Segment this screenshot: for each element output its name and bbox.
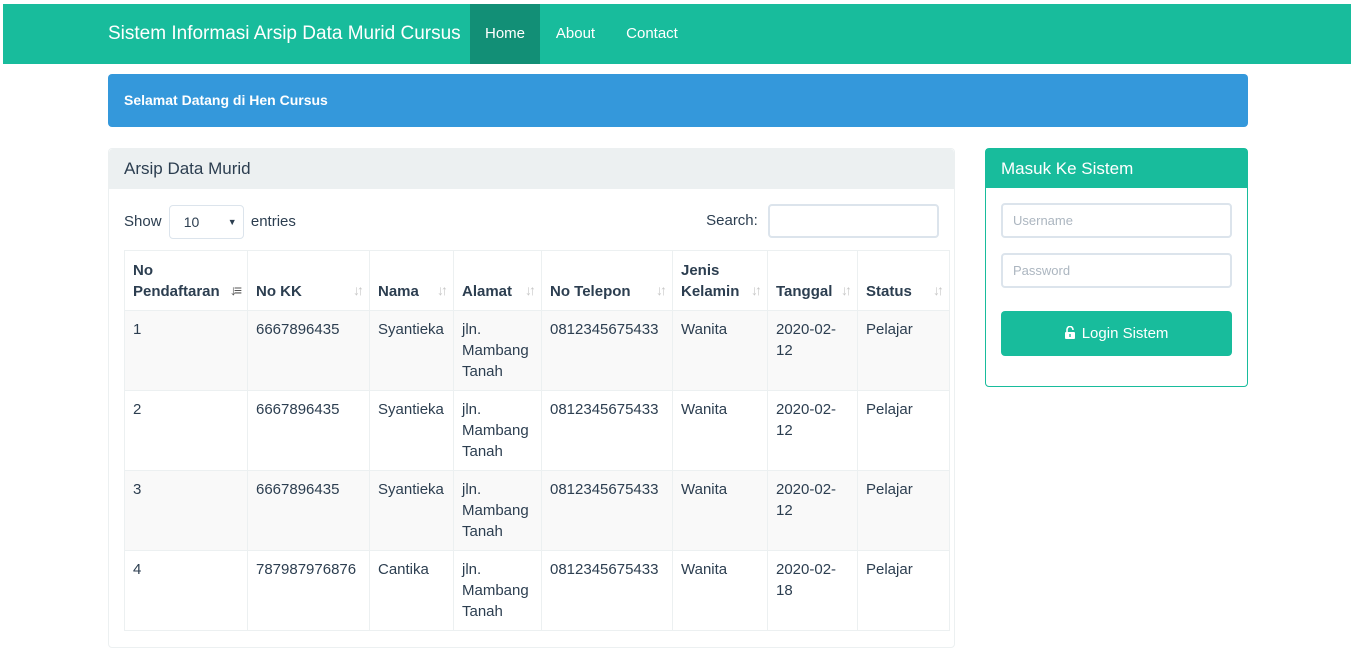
sort-both-icon: ↓↑ bbox=[841, 282, 852, 298]
column-label: No Pendaftaran bbox=[133, 262, 220, 300]
column-label: No Telepon bbox=[550, 283, 631, 300]
sort-both-icon: ↓↑ bbox=[656, 282, 667, 298]
welcome-alert: Selamat Datang di Hen Cursus bbox=[108, 74, 1248, 127]
table-row: 1 6667896435 Syantieka jln. Mambang Tana… bbox=[124, 310, 950, 391]
username-input[interactable]: Username bbox=[1001, 203, 1232, 238]
column-label: No KK bbox=[256, 283, 302, 300]
cell-nama: Cantika bbox=[369, 550, 454, 631]
cell-no-kk: 6667896435 bbox=[247, 310, 370, 391]
search-label: Search: bbox=[706, 212, 758, 230]
cell-alamat: jln. Mambang Tanah bbox=[453, 310, 542, 391]
sort-both-icon: ↓↑ bbox=[525, 282, 536, 298]
cell-jenis-kelamin: Wanita bbox=[672, 470, 768, 551]
unlock-icon bbox=[1064, 311, 1075, 356]
column-label: Status bbox=[866, 283, 912, 300]
entries-select[interactable]: 10 ▼ bbox=[168, 205, 244, 239]
entries-label: entries bbox=[250, 213, 296, 230]
login-panel-title: Masuk Ke Sistem bbox=[986, 149, 1247, 188]
password-input[interactable]: Password bbox=[1001, 253, 1232, 288]
cell-no-pendaftaran: 2 bbox=[124, 390, 248, 471]
sort-both-icon: ↓↑ bbox=[437, 282, 448, 298]
cell-no-kk: 787987976876 bbox=[247, 550, 370, 631]
cell-no-telepon: 0812345675433 bbox=[541, 390, 673, 471]
search-input[interactable] bbox=[768, 204, 939, 239]
cell-no-pendaftaran: 4 bbox=[124, 550, 248, 631]
cell-status: Pelajar bbox=[857, 310, 950, 391]
top-navbar: Sistem Informasi Arsip Data Murid Cursus… bbox=[3, 4, 1351, 64]
login-panel: Masuk Ke Sistem Username Password Login … bbox=[985, 148, 1248, 387]
cell-nama: Syantieka bbox=[369, 390, 454, 471]
cell-status: Pelajar bbox=[857, 550, 950, 631]
table-header-row: No Pendaftaran ↓≡ No KK ↓↑ Nama ↓↑ Alama… bbox=[124, 250, 950, 311]
cell-nama: Syantieka bbox=[369, 470, 454, 551]
cell-jenis-kelamin: Wanita bbox=[672, 390, 768, 471]
column-label: Nama bbox=[378, 283, 419, 300]
caret-down-icon: ▼ bbox=[227, 217, 237, 227]
table-search: Search: bbox=[706, 204, 939, 239]
cell-alamat: jln. Mambang Tanah bbox=[453, 550, 542, 631]
cell-no-telepon: 0812345675433 bbox=[541, 310, 673, 391]
table-row: 4 787987976876 Cantika jln. Mambang Tana… bbox=[124, 550, 950, 631]
cell-no-pendaftaran: 1 bbox=[124, 310, 248, 391]
login-button-label: Login Sistem bbox=[1081, 325, 1169, 342]
cell-no-pendaftaran: 3 bbox=[124, 470, 248, 551]
navbar-brand[interactable]: Sistem Informasi Arsip Data Murid Cursus bbox=[108, 4, 461, 64]
entries-select-value: 10 bbox=[183, 214, 200, 230]
col-header-nama[interactable]: Nama ↓↑ bbox=[369, 250, 454, 311]
cell-alamat: jln. Mambang Tanah bbox=[453, 470, 542, 551]
cell-status: Pelajar bbox=[857, 470, 950, 551]
nav-about[interactable]: About bbox=[540, 4, 611, 64]
sort-both-icon: ↓↑ bbox=[751, 282, 762, 298]
column-label: Tanggal bbox=[776, 283, 833, 300]
sort-both-icon: ↓↑ bbox=[933, 282, 944, 298]
cell-tanggal: 2020-02-12 bbox=[767, 310, 858, 391]
archive-panel-title: Arsip Data Murid bbox=[109, 149, 954, 189]
show-label: Show bbox=[124, 213, 162, 230]
col-header-status[interactable]: Status ↓↑ bbox=[857, 250, 950, 311]
cell-no-kk: 6667896435 bbox=[247, 470, 370, 551]
cell-no-kk: 6667896435 bbox=[247, 390, 370, 471]
entries-length-control: Show 10 ▼ entries bbox=[124, 205, 296, 239]
column-label: Alamat bbox=[462, 283, 513, 300]
cell-nama: Syantieka bbox=[369, 310, 454, 391]
cell-status: Pelajar bbox=[857, 390, 950, 471]
sort-both-icon: ↓↑ bbox=[353, 282, 364, 298]
cell-tanggal: 2020-02-12 bbox=[767, 390, 858, 471]
col-header-tanggal[interactable]: Tanggal ↓↑ bbox=[767, 250, 858, 311]
column-label: Jenis Kelamin bbox=[681, 262, 740, 300]
nav-home[interactable]: Home bbox=[470, 4, 540, 64]
sort-ascending-icon: ↓≡ bbox=[229, 282, 242, 298]
login-button[interactable]: Login Sistem bbox=[1001, 311, 1232, 356]
col-header-no-kk[interactable]: No KK ↓↑ bbox=[247, 250, 370, 311]
murid-table: No Pendaftaran ↓≡ No KK ↓↑ Nama ↓↑ Alama… bbox=[124, 250, 950, 631]
cell-tanggal: 2020-02-12 bbox=[767, 470, 858, 551]
archive-panel: Arsip Data Murid Show 10 ▼ entries Searc… bbox=[108, 148, 955, 648]
col-header-alamat[interactable]: Alamat ↓↑ bbox=[453, 250, 542, 311]
table-row: 2 6667896435 Syantieka jln. Mambang Tana… bbox=[124, 390, 950, 471]
cell-jenis-kelamin: Wanita bbox=[672, 310, 768, 391]
cell-no-telepon: 0812345675433 bbox=[541, 550, 673, 631]
cell-jenis-kelamin: Wanita bbox=[672, 550, 768, 631]
welcome-alert-text: Selamat Datang di Hen Cursus bbox=[124, 92, 328, 108]
cell-no-telepon: 0812345675433 bbox=[541, 470, 673, 551]
table-row: 3 6667896435 Syantieka jln. Mambang Tana… bbox=[124, 470, 950, 551]
cell-tanggal: 2020-02-18 bbox=[767, 550, 858, 631]
col-header-no-pendaftaran[interactable]: No Pendaftaran ↓≡ bbox=[124, 250, 248, 311]
col-header-jenis-kelamin[interactable]: Jenis Kelamin ↓↑ bbox=[672, 250, 768, 311]
cell-alamat: jln. Mambang Tanah bbox=[453, 390, 542, 471]
col-header-no-telepon[interactable]: No Telepon ↓↑ bbox=[541, 250, 673, 311]
nav-contact[interactable]: Contact bbox=[611, 4, 693, 64]
